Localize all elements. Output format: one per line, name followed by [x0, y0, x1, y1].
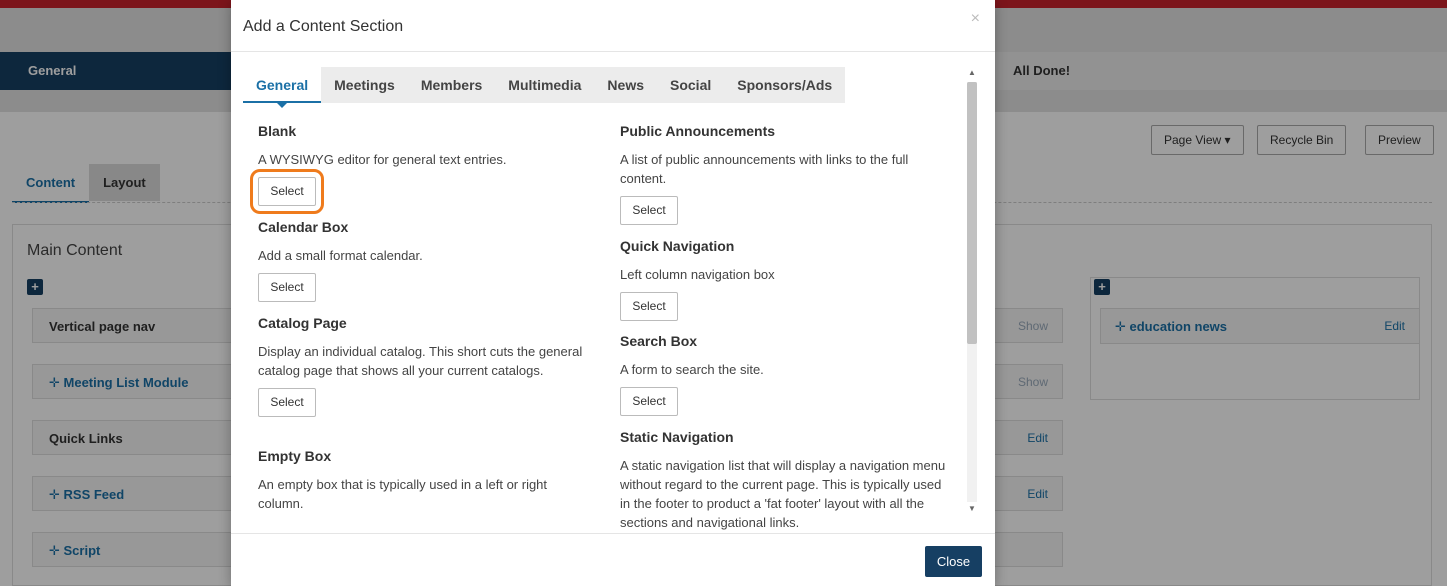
section-search-box: Search Box A form to search the site. Se… — [620, 332, 950, 416]
section-description: Add a small format calendar. — [258, 248, 423, 263]
section-catalog-page: Catalog Page Display an individual catal… — [258, 314, 588, 417]
tab-multimedia[interactable]: Multimedia — [495, 67, 594, 103]
tab-sponsors-ads[interactable]: Sponsors/Ads — [724, 67, 845, 103]
modal-header: Add a Content Section × — [231, 0, 995, 52]
section-quick-navigation: Quick Navigation Left column navigation … — [620, 237, 950, 321]
tab-members[interactable]: Members — [408, 67, 495, 103]
modal-footer: Close — [231, 533, 995, 586]
tab-social[interactable]: Social — [657, 67, 724, 103]
section-description: Left column navigation box — [620, 267, 775, 282]
section-static-navigation: Static Navigation A static navigation li… — [620, 428, 950, 532]
select-catalog-page-button[interactable]: Select — [258, 388, 316, 417]
section-title: Calendar Box — [258, 219, 349, 235]
section-blank: Blank A WYSIWYG editor for general text … — [250, 122, 588, 214]
add-content-section-modal: Add a Content Section × General Meetings… — [231, 0, 995, 586]
select-search-box-button[interactable]: Select — [620, 387, 678, 416]
section-title: Empty Box — [258, 448, 332, 464]
section-description: A WYSIWYG editor for general text entrie… — [258, 152, 507, 167]
section-description: Display an individual catalog. This shor… — [258, 344, 583, 378]
section-empty-box: Empty Box An empty box that is typically… — [258, 447, 588, 513]
section-title: Quick Navigation — [620, 238, 735, 254]
tab-meetings[interactable]: Meetings — [321, 67, 408, 103]
select-public-announcements-button[interactable]: Select — [620, 196, 678, 225]
section-title: Catalog Page — [258, 315, 347, 331]
section-description: A list of public announcements with link… — [620, 152, 909, 186]
section-title: Static Navigation — [620, 429, 734, 445]
section-title: Search Box — [620, 333, 698, 349]
section-list-scrollbar[interactable]: ▲ ▼ — [964, 68, 980, 516]
category-tabs: General Meetings Members Multimedia News… — [243, 67, 846, 108]
scroll-up-icon[interactable]: ▲ — [968, 68, 976, 77]
tab-general[interactable]: General — [243, 67, 322, 108]
select-quick-navigation-button[interactable]: Select — [620, 292, 678, 321]
section-list[interactable]: Blank A WYSIWYG editor for general text … — [231, 104, 995, 534]
section-public-announcements: Public Announcements A list of public an… — [620, 122, 950, 225]
section-calendar-box: Calendar Box Add a small format calendar… — [258, 218, 588, 302]
close-button[interactable]: Close — [925, 546, 982, 577]
section-description: A static navigation list that will displ… — [620, 458, 946, 530]
scrollbar-thumb[interactable] — [967, 82, 977, 344]
modal-title: Add a Content Section — [243, 18, 404, 35]
section-description: An empty box that is typically used in a… — [258, 477, 548, 511]
section-title: Public Announcements — [620, 123, 776, 139]
select-blank-button[interactable]: Select — [250, 169, 324, 214]
close-icon[interactable]: × — [971, 10, 980, 28]
scroll-down-icon[interactable]: ▼ — [968, 504, 976, 513]
select-calendar-box-button[interactable]: Select — [258, 273, 316, 302]
section-title: Blank — [258, 123, 297, 139]
tab-news[interactable]: News — [594, 67, 657, 103]
section-description: A form to search the site. — [620, 362, 764, 377]
